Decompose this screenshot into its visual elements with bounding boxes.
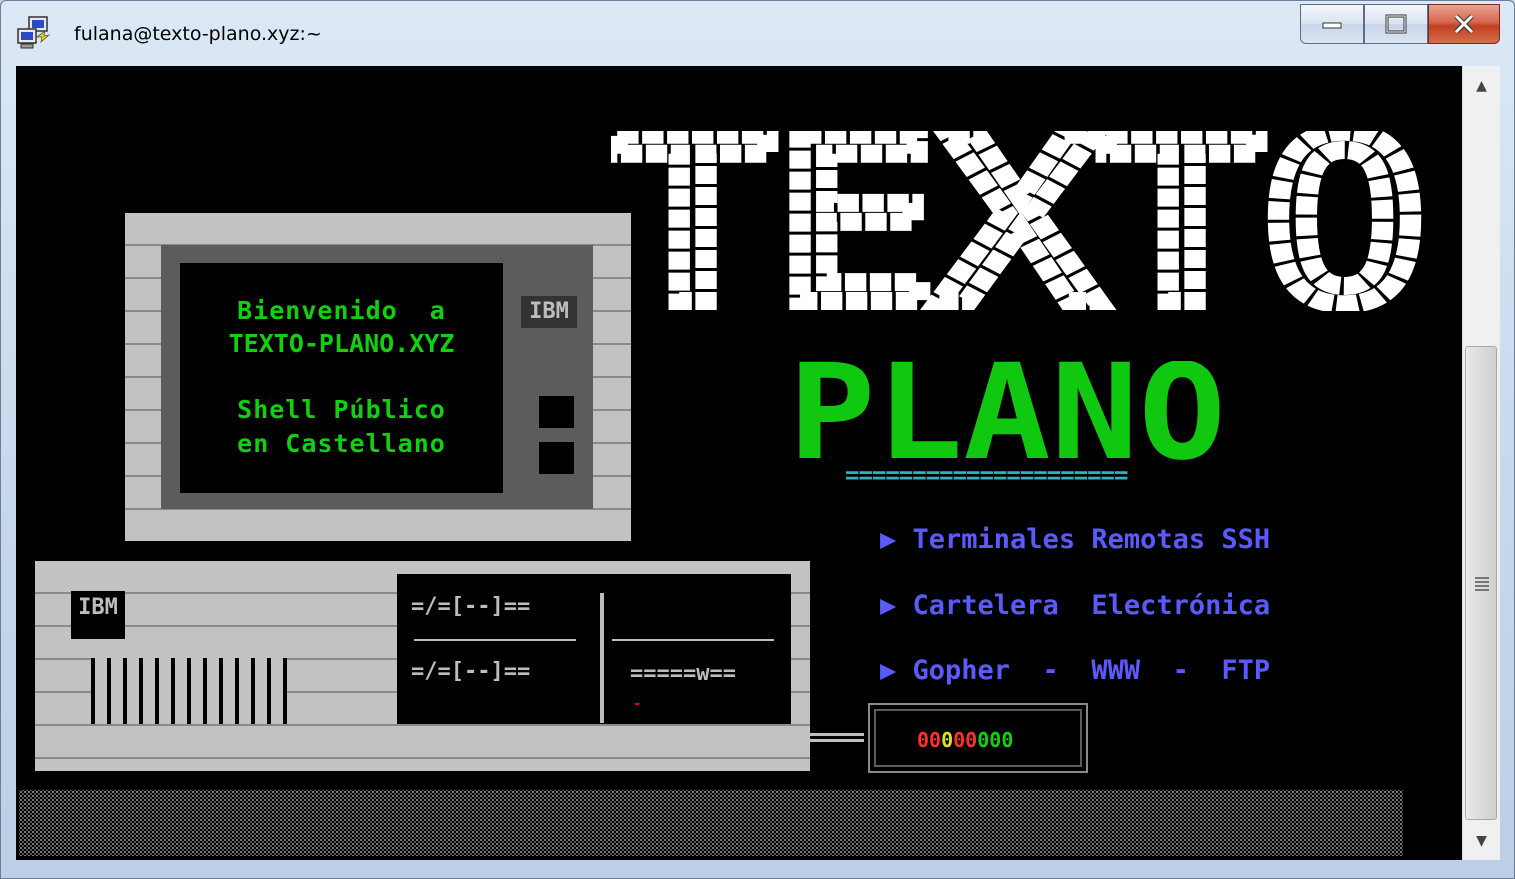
logo-plano: PLANO (788, 361, 1226, 466)
menu-item-gopher[interactable]: ▶ Gopher - WWW - FTP (880, 655, 1270, 686)
scroll-thumb[interactable] (1465, 346, 1497, 820)
scroll-down-button[interactable]: ▼ (1463, 821, 1500, 861)
menu-item-ssh[interactable]: ▶ Terminales Remotas SSH (880, 524, 1270, 555)
triangle-icon: ▶ (880, 524, 913, 555)
drive-a-slot (414, 639, 576, 641)
drive-b-slot (612, 639, 774, 641)
modem-led-red-2: 00 (953, 728, 978, 752)
logo-texto-text: TEXTO (611, 131, 1426, 311)
minimize-icon (1322, 22, 1342, 29)
monitor-brand-label: IBM (521, 296, 577, 328)
case-vent (91, 658, 287, 724)
triangle-icon: ▶ (880, 655, 913, 686)
logo-plano-text: PLANO (788, 361, 1226, 466)
cable-line-2 (810, 739, 864, 742)
triangle-icon: ▶ (880, 590, 913, 621)
putty-icon[interactable] (15, 15, 53, 53)
drive-a-line-2: =/=[--]== (411, 659, 531, 684)
monitor-knob-2 (539, 442, 574, 474)
grip-icon (1475, 577, 1489, 593)
dither-band (19, 790, 1403, 856)
minimize-button[interactable] (1300, 4, 1364, 44)
close-icon (1454, 14, 1474, 34)
screen-line-4: en Castellano (237, 429, 446, 458)
window-title: fulana@texto-plano.xyz:~ (74, 23, 322, 45)
menu-item-bbs-label: Cartelera Electrónica (912, 590, 1271, 621)
screen-line-2: TEXTO-PLANO.XYZ (228, 329, 455, 358)
close-button[interactable] (1428, 4, 1500, 44)
logo-texto: TEXTO (611, 131, 1431, 311)
modem-led-green: 000 (977, 728, 1014, 752)
menu-item-bbs[interactable]: ▶ Cartelera Electrónica (880, 590, 1270, 621)
modem-led-red: 00 (917, 728, 942, 752)
screen-line-3: Shell Público (237, 395, 446, 424)
menu-item-ssh-label: Terminales Remotas SSH (912, 524, 1271, 555)
terminal-window: fulana@texto-plano.xyz:~ Bienvenido a TE… (0, 0, 1515, 879)
case-brand-label: IBM (71, 591, 125, 639)
menu-item-gopher-label: Gopher - WWW - FTP (912, 655, 1271, 686)
scroll-up-button[interactable]: ▲ (1463, 66, 1500, 106)
drive-b-line: =====w== (630, 661, 736, 686)
drive-a-line-1: =/=[--]== (411, 594, 531, 619)
screen-line-1: Bienvenido a (237, 296, 446, 325)
modem-leds: 00000000 (917, 728, 1013, 752)
terminal-area[interactable]: Bienvenido a TEXTO-PLANO.XYZ Shell Públi… (16, 66, 1462, 860)
chevron-down-icon: ▼ (1476, 833, 1487, 849)
maximize-button[interactable] (1364, 4, 1428, 44)
modem-led-yellow: 0 (941, 728, 954, 752)
logo-underline: ===================== (845, 461, 1128, 489)
title-bar[interactable]: fulana@texto-plano.xyz:~ (1, 1, 1514, 65)
chevron-up-icon: ▲ (1476, 78, 1487, 94)
vertical-scrollbar[interactable]: ▲ ▼ (1462, 66, 1500, 860)
cable-line-1 (810, 733, 864, 736)
maximize-icon (1385, 14, 1407, 34)
drive-led: - (633, 696, 642, 712)
monitor-knob-1 (539, 396, 574, 428)
drive-divider (600, 593, 604, 723)
